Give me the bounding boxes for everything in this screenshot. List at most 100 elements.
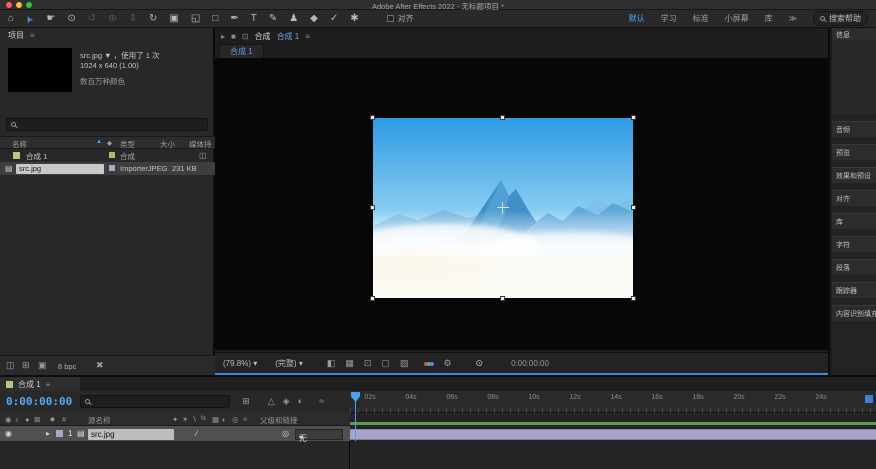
home-tool-icon[interactable]: ⌂ bbox=[8, 14, 14, 24]
project-panel-tab[interactable]: 项目 ≡ bbox=[8, 30, 35, 41]
project-row-comp[interactable]: 合成 1 合成 ◫ bbox=[0, 149, 215, 162]
snap-checkbox[interactable] bbox=[387, 15, 394, 22]
pan-behind-tool-icon[interactable]: ◱ bbox=[191, 14, 200, 24]
layer-source-name[interactable]: src.jpg bbox=[88, 429, 174, 440]
layer-quality-switch[interactable]: ∕ bbox=[196, 429, 197, 438]
selection-handle[interactable] bbox=[500, 115, 505, 120]
selection-handle[interactable] bbox=[631, 115, 636, 120]
label-color-chip[interactable] bbox=[109, 152, 115, 158]
panel-effects-presets[interactable]: 效果和预设 bbox=[832, 167, 876, 183]
parent-dropdown[interactable]: 无 ▾ bbox=[295, 429, 343, 440]
item-name-selected[interactable]: src.jpg bbox=[16, 164, 104, 174]
roto-brush-tool-icon[interactable]: ✓ bbox=[330, 14, 338, 24]
workspace-tab-learn[interactable]: 学习 bbox=[661, 13, 677, 24]
layer-visibility-eye-icon[interactable]: ◉ bbox=[5, 429, 12, 438]
label-color-chip[interactable] bbox=[109, 165, 115, 171]
snap-toggle[interactable]: 对齐 bbox=[387, 13, 414, 24]
delete-item-icon[interactable]: ✖ bbox=[96, 361, 104, 370]
zoom-tool-icon[interactable]: ⊙ bbox=[67, 14, 75, 24]
sort-ascending-icon[interactable]: ▲ bbox=[96, 139, 102, 145]
project-search-field[interactable] bbox=[6, 118, 208, 131]
preview-toggle-icon[interactable]: ◧ bbox=[327, 359, 336, 368]
panel-menu-icon[interactable]: ≡ bbox=[305, 32, 310, 41]
new-folder-icon[interactable]: ⊞ bbox=[22, 361, 30, 370]
composition-panel-tab[interactable]: ▸ ■ ⊡ 合成 合成 1 ≡ bbox=[221, 31, 310, 42]
rotation-tool-icon[interactable]: ↻ bbox=[149, 14, 157, 24]
motion-blur-icon[interactable]: ◐ bbox=[298, 397, 303, 406]
snapshot-camera-icon[interactable]: ⊙ bbox=[476, 359, 484, 368]
eraser-tool-icon[interactable]: ◆ bbox=[310, 14, 318, 24]
timeline-search-field[interactable] bbox=[80, 395, 230, 408]
used-in-network-icon[interactable]: ◫ bbox=[199, 151, 207, 160]
shy-layers-icon[interactable]: △ bbox=[268, 397, 275, 406]
selection-handle[interactable] bbox=[500, 296, 505, 301]
lock-viewer-icon[interactable]: ⊡ bbox=[242, 32, 249, 41]
channel-color-icon[interactable] bbox=[424, 359, 433, 368]
current-timecode[interactable]: 0:00:00:00 bbox=[6, 395, 72, 408]
source-name-column-header[interactable]: 源名称 bbox=[88, 415, 111, 426]
panel-paragraph[interactable]: 段落 bbox=[832, 259, 876, 275]
time-ruler[interactable]: 02s 04s 06s 08s 10s 12s 14s 16s 18s 20s … bbox=[350, 391, 876, 413]
panel-tracker[interactable]: 跟踪器 bbox=[832, 282, 876, 298]
search-help-button[interactable]: 搜索帮助 bbox=[813, 11, 868, 26]
chevron-icon[interactable]: ▸ bbox=[221, 32, 225, 41]
clone-stamp-tool-icon[interactable]: ♟ bbox=[289, 14, 298, 24]
anchor-point-crosshair[interactable] bbox=[497, 202, 509, 214]
text-tool-icon[interactable]: T bbox=[251, 14, 257, 24]
panel-align[interactable]: 对齐 bbox=[832, 190, 876, 206]
timeline-search-input[interactable] bbox=[94, 397, 225, 406]
panel-libraries[interactable]: 库 bbox=[832, 213, 876, 229]
new-composition-icon[interactable]: ▣ bbox=[38, 361, 47, 370]
project-row-src-selected[interactable]: ▤ src.jpg ImporterJPEG 231 KB bbox=[0, 162, 215, 175]
selection-tool-icon[interactable]: ➤ bbox=[24, 12, 37, 24]
region-of-interest-icon[interactable]: ▢ bbox=[381, 359, 390, 368]
puppet-tool-icon[interactable]: ✱ bbox=[350, 14, 358, 24]
comp-marker-button[interactable] bbox=[865, 395, 873, 403]
grid-guides-icon[interactable]: ▦ bbox=[345, 359, 354, 368]
selection-handle[interactable] bbox=[631, 296, 636, 301]
layer-duration-bar[interactable] bbox=[350, 429, 876, 440]
selection-handle[interactable] bbox=[370, 296, 375, 301]
camera-tool-icon[interactable]: ▣ bbox=[169, 14, 178, 24]
pen-tool-icon[interactable]: ✒ bbox=[230, 14, 238, 24]
interpret-footage-icon[interactable]: ◫ bbox=[6, 361, 15, 370]
panel-content-aware-fill[interactable]: 内容识别填充 bbox=[832, 305, 876, 321]
viewer-tab-comp1[interactable]: 合成 1 bbox=[219, 44, 264, 58]
frame-blend-icon[interactable]: ◈ bbox=[283, 397, 290, 406]
workspace-tab-libraries[interactable]: 库 bbox=[765, 13, 773, 24]
composition-flowchart-icon[interactable]: ⊞ bbox=[242, 397, 250, 406]
project-search-input[interactable] bbox=[20, 120, 203, 129]
workspace-tab-standard[interactable]: 标准 bbox=[693, 13, 709, 24]
workspace-tab-small-screen[interactable]: 小屏幕 bbox=[725, 13, 749, 24]
panel-character[interactable]: 字符 bbox=[832, 236, 876, 252]
panel-menu-icon[interactable]: ≡ bbox=[46, 380, 51, 389]
timeline-tab-comp1[interactable]: 合成 1 ≡ bbox=[0, 377, 80, 391]
transparency-grid-icon[interactable]: ▨ bbox=[400, 359, 409, 368]
selected-layer-image[interactable] bbox=[373, 118, 633, 298]
selection-handle[interactable] bbox=[370, 115, 375, 120]
layer-twirl-icon[interactable]: ▸ bbox=[46, 429, 50, 438]
parent-pickwhip-icon[interactable]: ◎ bbox=[282, 429, 289, 438]
work-area-bar[interactable] bbox=[350, 422, 876, 425]
mask-visibility-icon[interactable]: ⊡ bbox=[364, 359, 372, 368]
project-color-depth-button[interactable]: 8 bpc bbox=[58, 362, 76, 371]
layer-label-color-chip[interactable] bbox=[56, 430, 63, 437]
hand-tool-icon[interactable]: ☛ bbox=[46, 14, 55, 24]
info-panel[interactable]: 信息 R : G : B : A : X : Y : bbox=[832, 28, 876, 114]
workspace-overflow-button[interactable]: ≫ bbox=[789, 14, 797, 23]
layer-row-src[interactable]: ◉ ▸ 1 ▤ src.jpg ∕ ◎ 无 ▾ bbox=[0, 426, 350, 441]
label-column-icon[interactable]: ◆ bbox=[107, 139, 112, 147]
magnification-dropdown[interactable]: (79.8%) ▾ bbox=[223, 359, 257, 368]
panel-audio[interactable]: 音频 bbox=[832, 121, 876, 137]
panel-menu-icon[interactable]: ≡ bbox=[30, 31, 35, 40]
graph-editor-icon[interactable]: ≈ bbox=[319, 397, 324, 406]
resolution-dropdown[interactable]: (完整) ▾ bbox=[275, 358, 303, 369]
brush-tool-icon[interactable]: ✎ bbox=[269, 14, 277, 24]
workspace-tab-default[interactable]: 默认 bbox=[629, 13, 645, 24]
exposure-gear-icon[interactable]: ⚙ bbox=[443, 359, 451, 368]
selection-handle[interactable] bbox=[631, 205, 636, 210]
panel-preview[interactable]: 预览 bbox=[832, 144, 876, 160]
selection-handle[interactable] bbox=[370, 205, 375, 210]
shape-tool-icon[interactable]: □ bbox=[212, 14, 218, 24]
composition-stage[interactable] bbox=[215, 58, 828, 350]
